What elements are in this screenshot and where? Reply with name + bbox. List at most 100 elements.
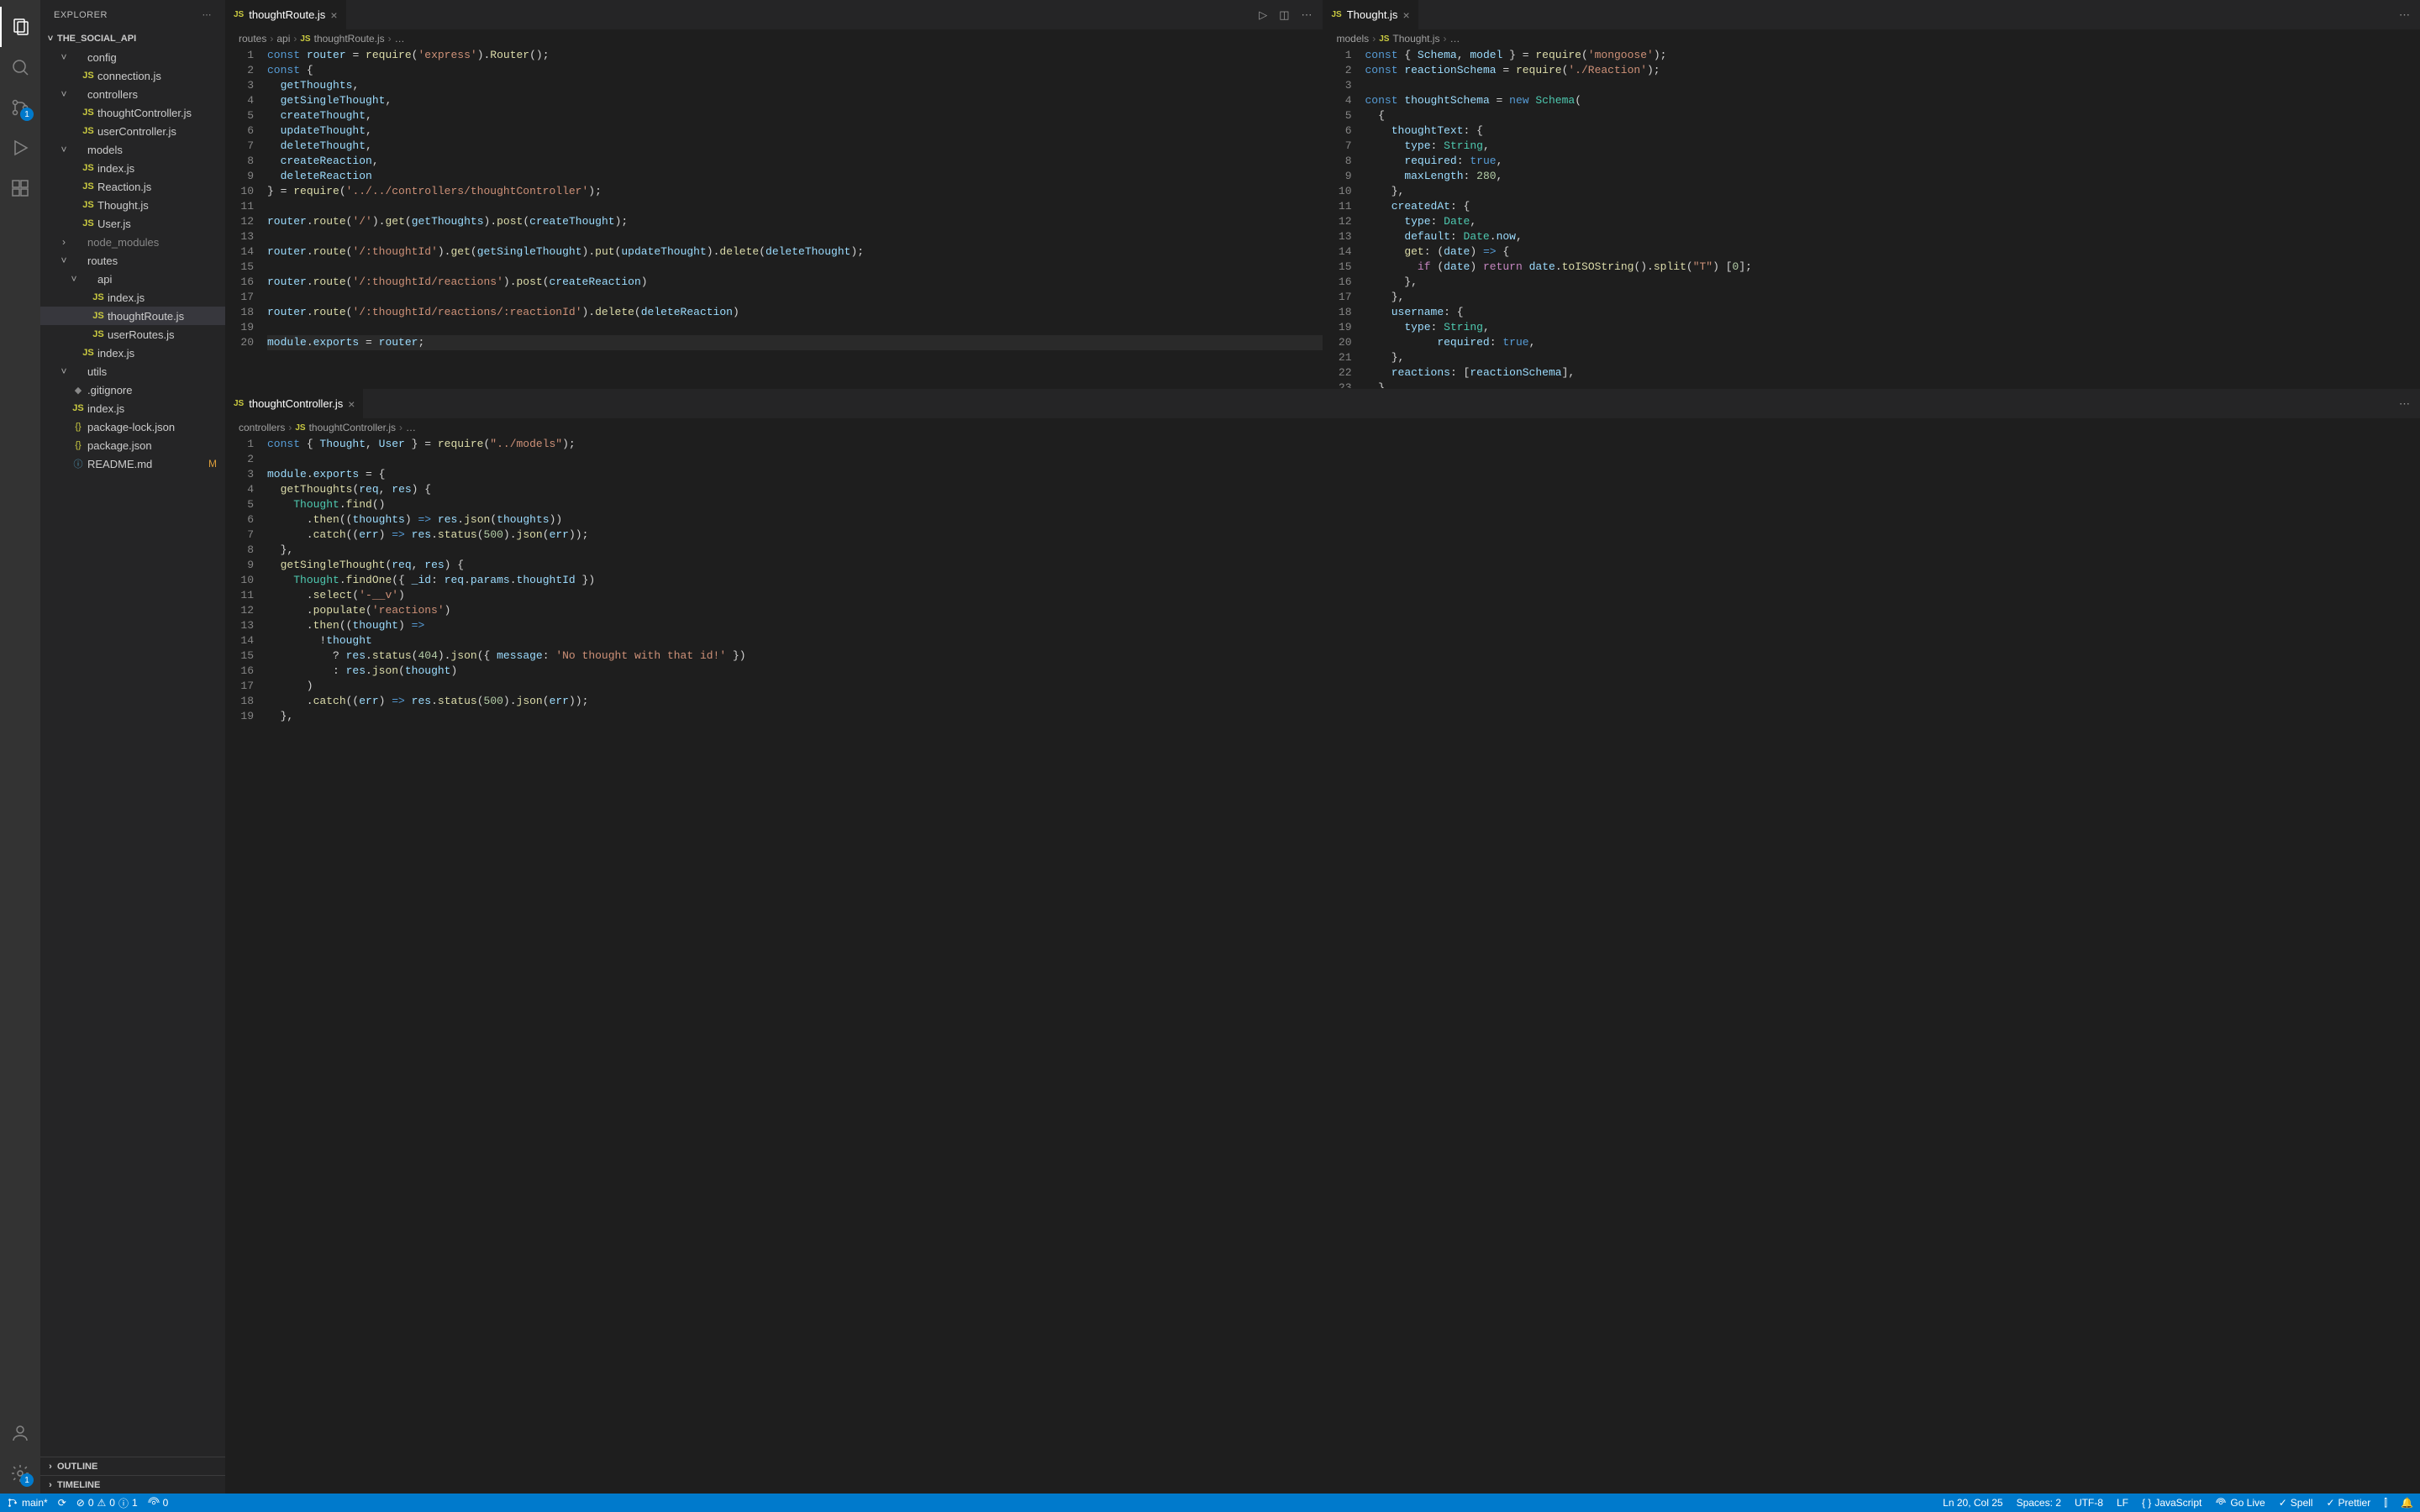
outline-panel[interactable]: › OUTLINE: [40, 1457, 225, 1475]
go-live-status[interactable]: Go Live: [2215, 1497, 2265, 1509]
breadcrumb-segment[interactable]: controllers: [239, 422, 285, 433]
tab-thoughtjs[interactable]: JS Thought.js ×: [1323, 0, 1419, 29]
search-icon[interactable]: [0, 47, 40, 87]
feedback-icon[interactable]: ⫿: [2384, 1497, 2387, 1509]
tree-item-api[interactable]: ˅api: [40, 270, 225, 288]
file-icon: JS: [81, 163, 96, 173]
close-icon[interactable]: ×: [330, 8, 337, 22]
git-branch-status[interactable]: main*: [7, 1497, 48, 1509]
tree-item-reaction-js[interactable]: JSReaction.js: [40, 177, 225, 196]
more-icon[interactable]: ⋯: [2399, 397, 2410, 411]
tree-item-readme-md[interactable]: ⓘREADME.mdM: [40, 454, 225, 473]
file-label: Reaction.js: [97, 181, 225, 193]
file-label: controllers: [87, 88, 225, 101]
tree-item-index-js[interactable]: JSindex.js: [40, 344, 225, 362]
breadcrumb-segment[interactable]: …: [1449, 33, 1460, 45]
tree-item-package-lock-json[interactable]: {}package-lock.json: [40, 417, 225, 436]
project-root[interactable]: ˅ THE_SOCIAL_API: [40, 29, 225, 48]
tab-thoughtcontroller[interactable]: JS thoughtController.js ×: [225, 389, 364, 418]
file-label: config: [87, 51, 225, 64]
sync-status[interactable]: ⟳: [58, 1497, 66, 1509]
code-editor-3[interactable]: 12345678910111213141516171819 const { Th…: [225, 437, 2420, 1494]
file-label: index.js: [97, 162, 225, 175]
tree-item-usercontroller-js[interactable]: JSuserController.js: [40, 122, 225, 140]
code-content[interactable]: const { Schema, model } = require('mongo…: [1365, 48, 2420, 388]
tree-item-models[interactable]: ˅models: [40, 140, 225, 159]
breadcrumb-segment[interactable]: api: [276, 33, 290, 45]
js-file-icon: JS: [300, 34, 310, 44]
explorer-icon[interactable]: [0, 7, 40, 47]
breadcrumb-segment[interactable]: routes: [239, 33, 266, 45]
breadcrumb-segment[interactable]: thoughtRoute.js: [314, 33, 385, 45]
language-status[interactable]: { }JavaScript: [2142, 1497, 2202, 1509]
chevron-right-icon: ›: [44, 1462, 57, 1472]
cursor-position[interactable]: Ln 20, Col 25: [1943, 1497, 2002, 1509]
code-content[interactable]: const router = require('express').Router…: [267, 48, 1323, 388]
tree-item-thoughtroute-js[interactable]: JSthoughtRoute.js: [40, 307, 225, 325]
extensions-icon[interactable]: [0, 168, 40, 208]
code-editor-1[interactable]: 1234567891011121314151617181920 const ro…: [225, 48, 1323, 388]
tab-thoughtroute[interactable]: JS thoughtRoute.js ×: [225, 0, 347, 29]
explorer-more-icon[interactable]: ⋯: [203, 9, 213, 20]
encoding-status[interactable]: UTF-8: [2075, 1497, 2103, 1509]
tree-item-node-modules[interactable]: ›node_modules: [40, 233, 225, 251]
activity-bar: 1 1: [0, 0, 40, 1494]
tree-item-index-js[interactable]: JSindex.js: [40, 399, 225, 417]
file-label: thoughtRoute.js: [108, 310, 225, 323]
file-label: api: [97, 273, 225, 286]
timeline-label: TIMELINE: [57, 1480, 100, 1490]
tree-item-index-js[interactable]: JSindex.js: [40, 288, 225, 307]
breadcrumb-segment[interactable]: models: [1337, 33, 1370, 45]
indent-status[interactable]: Spaces: 2: [2017, 1497, 2061, 1509]
more-icon[interactable]: ⋯: [2399, 8, 2410, 22]
run-debug-icon[interactable]: [0, 128, 40, 168]
tree-item-thought-js[interactable]: JSThought.js: [40, 196, 225, 214]
breadcrumb-segment[interactable]: thoughtController.js: [309, 422, 396, 433]
settings-gear-icon[interactable]: 1: [0, 1453, 40, 1494]
git-status-badge: M: [208, 458, 217, 470]
line-gutter: 12345678910111213141516171819: [225, 437, 267, 1494]
breadcrumb-segment[interactable]: …: [406, 422, 416, 433]
breadcrumb-3[interactable]: controllers›JSthoughtController.js›…: [225, 418, 2420, 437]
breadcrumb-segment[interactable]: Thought.js: [1392, 33, 1439, 45]
tree-item-controllers[interactable]: ˅controllers: [40, 85, 225, 103]
problems-status[interactable]: ⊘0 ⚠0 ⓘ1: [76, 1496, 138, 1510]
file-icon: JS: [71, 403, 86, 413]
breadcrumb-separator-icon: ›: [1443, 33, 1446, 45]
code-editor-2[interactable]: 123456789101112131415161718192021222324 …: [1323, 48, 2420, 388]
timeline-panel[interactable]: › TIMELINE: [40, 1475, 225, 1494]
tree-item-package-json[interactable]: {}package.json: [40, 436, 225, 454]
tree-item-config[interactable]: ˅config: [40, 48, 225, 66]
source-control-icon[interactable]: 1: [0, 87, 40, 128]
tree-item--gitignore[interactable]: ◆.gitignore: [40, 381, 225, 399]
tree-item-connection-js[interactable]: JSconnection.js: [40, 66, 225, 85]
spell-status[interactable]: ✓ Spell: [2279, 1497, 2313, 1509]
ports-status[interactable]: 0: [148, 1497, 169, 1509]
file-icon: JS: [81, 126, 96, 136]
tree-item-user-js[interactable]: JSUser.js: [40, 214, 225, 233]
chevron-icon: ˅: [57, 365, 71, 377]
breadcrumb-1[interactable]: routes›api›JSthoughtRoute.js›…: [225, 29, 1323, 48]
settings-badge: 1: [20, 1473, 34, 1487]
tree-item-userroutes-js[interactable]: JSuserRoutes.js: [40, 325, 225, 344]
eol-status[interactable]: LF: [2117, 1497, 2128, 1509]
explorer-sidebar: EXPLORER ⋯ ˅ THE_SOCIAL_API ˅configJScon…: [40, 0, 225, 1494]
tree-item-thoughtcontroller-js[interactable]: JSthoughtController.js: [40, 103, 225, 122]
split-editor-icon[interactable]: ◫: [1279, 8, 1289, 22]
prettier-status[interactable]: ✓ Prettier: [2326, 1497, 2370, 1509]
account-icon[interactable]: [0, 1413, 40, 1453]
bell-icon[interactable]: 🔔: [2401, 1497, 2413, 1509]
tree-item-routes[interactable]: ˅routes: [40, 251, 225, 270]
close-icon[interactable]: ×: [1402, 8, 1409, 22]
file-icon: JS: [91, 292, 106, 302]
run-icon[interactable]: ▷: [1259, 8, 1267, 22]
tab-label: thoughtRoute.js: [249, 8, 325, 21]
chevron-icon: ˅: [57, 144, 71, 155]
code-content[interactable]: const { Thought, User } = require("../mo…: [267, 437, 2420, 1494]
tree-item-utils[interactable]: ˅utils: [40, 362, 225, 381]
close-icon[interactable]: ×: [348, 397, 355, 411]
more-icon[interactable]: ⋯: [1302, 8, 1313, 22]
breadcrumb-2[interactable]: models›JSThought.js›…: [1323, 29, 2420, 48]
tree-item-index-js[interactable]: JSindex.js: [40, 159, 225, 177]
breadcrumb-segment[interactable]: …: [395, 33, 405, 45]
